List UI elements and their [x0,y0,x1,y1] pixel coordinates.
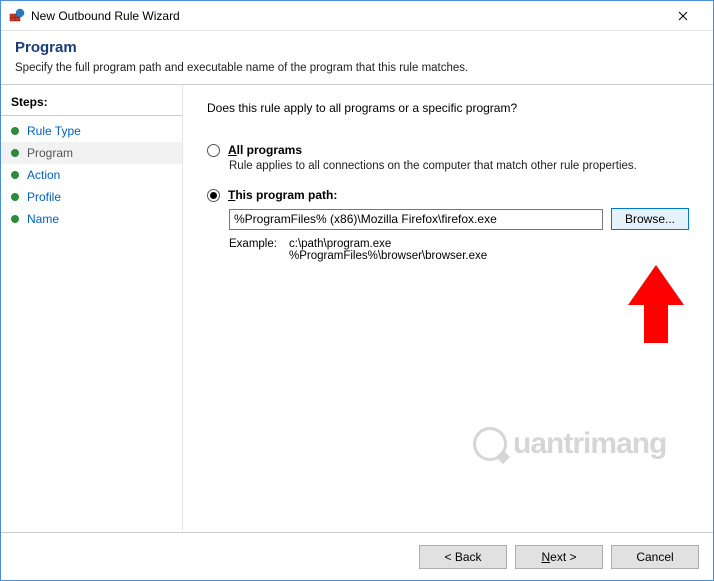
watermark-q-icon [473,427,507,461]
back-button[interactable]: < Back [419,545,507,569]
step-program[interactable]: Program [1,142,182,164]
wizard-window: New Outbound Rule Wizard Program Specify… [0,0,714,581]
step-rule-type[interactable]: Rule Type [1,120,182,142]
example-values: c:\path\program.exe %ProgramFiles%\brows… [289,238,487,262]
step-name[interactable]: Name [1,208,182,230]
page-title: Program [15,39,699,56]
wizard-body: Steps: Rule Type Program Action Profile … [1,84,713,531]
step-action[interactable]: Action [1,164,182,186]
bullet-icon [11,215,19,223]
step-label: Program [27,146,73,160]
option-all-programs: All programs Rule applies to all connect… [207,143,689,172]
watermark: uantrimang [473,427,666,461]
steps-heading: Steps: [1,91,182,116]
cancel-button[interactable]: Cancel [611,545,699,569]
close-button[interactable] [661,2,705,30]
browse-button[interactable]: Browse... [611,208,689,230]
close-icon [678,11,688,21]
next-button[interactable]: Next > [515,545,603,569]
bullet-icon [11,193,19,201]
example-label: Example: [229,238,289,262]
radio-all-programs[interactable] [207,144,220,157]
firewall-icon [9,8,25,24]
desc-all-programs: Rule applies to all connections on the c… [229,160,689,172]
radio-row-all[interactable]: All programs [207,143,689,157]
window-title: New Outbound Rule Wizard [31,9,661,23]
label-all-programs: All programs [228,143,302,157]
bullet-icon [11,171,19,179]
radio-this-program[interactable] [207,189,220,202]
content-pane: Does this rule apply to all programs or … [183,85,713,531]
steps-sidebar: Steps: Rule Type Program Action Profile … [1,85,183,531]
watermark-text: uantrimang [513,427,666,461]
wizard-footer: < Back Next > Cancel [1,532,713,580]
bullet-icon [11,127,19,135]
titlebar: New Outbound Rule Wizard [1,1,713,31]
option-this-program: This program path: Browse... Example: c:… [207,188,689,262]
step-label: Name [27,212,59,226]
label-this-program: This program path: [228,188,337,202]
step-label: Rule Type [27,124,81,138]
program-path-input[interactable] [229,209,603,230]
radio-row-this[interactable]: This program path: [207,188,689,202]
wizard-header: Program Specify the full program path an… [1,31,713,84]
page-subtitle: Specify the full program path and execut… [15,62,699,74]
prompt-text: Does this rule apply to all programs or … [207,101,689,115]
bullet-icon [11,149,19,157]
step-profile[interactable]: Profile [1,186,182,208]
step-label: Action [27,168,60,182]
example-row: Example: c:\path\program.exe %ProgramFil… [229,238,689,262]
step-label: Profile [27,190,61,204]
program-path-row: Browse... [229,208,689,230]
